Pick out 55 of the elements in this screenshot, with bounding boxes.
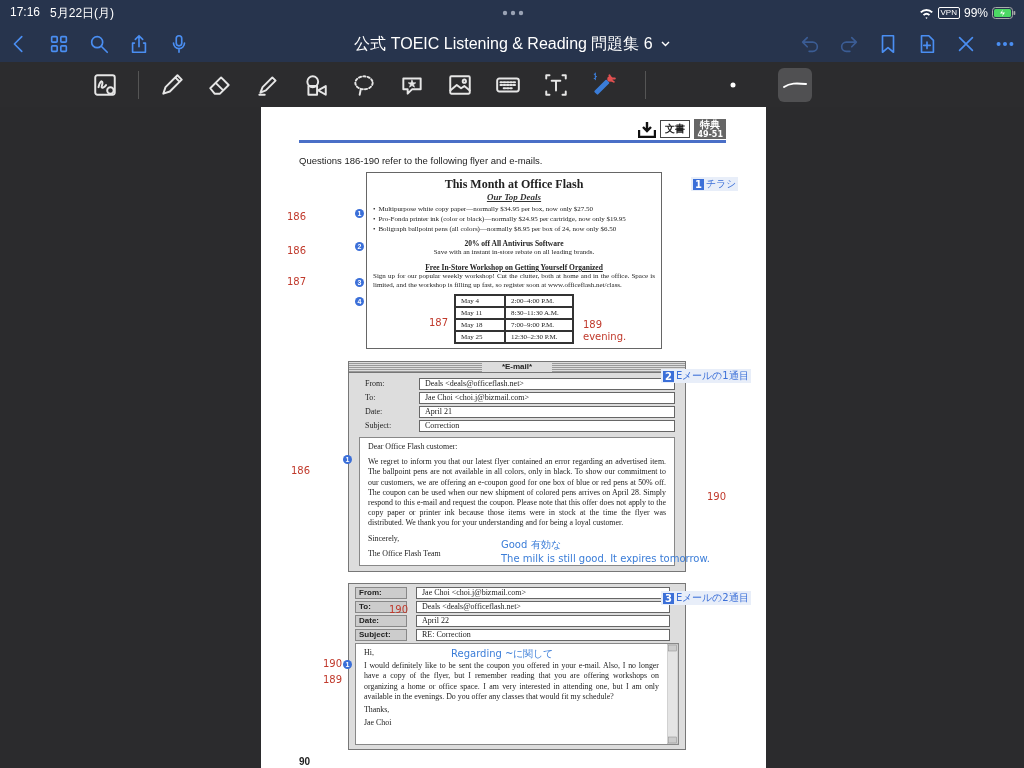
grid-icon[interactable] xyxy=(48,33,70,55)
section-tag: 1 チラシ xyxy=(691,177,738,191)
search-icon[interactable] xyxy=(88,33,110,55)
zoom-window-icon[interactable] xyxy=(92,71,118,98)
status-date: 5月22日(月) xyxy=(50,4,115,22)
field-value: Deals <deals@officeflash.net> xyxy=(416,601,670,614)
document-title-button[interactable]: 公式 TOEIC Listening & Reading 問題集 6 xyxy=(354,33,670,55)
chevron-down-icon xyxy=(660,41,670,47)
document-badge: 文書 xyxy=(660,120,691,138)
section-tag: 2 Eメールの1通目 xyxy=(661,369,751,383)
handwritten-note: 187 xyxy=(287,276,307,287)
scrollbar[interactable] xyxy=(667,644,678,745)
handwritten-note: 187 xyxy=(429,317,449,328)
handwritten-note: 190 xyxy=(707,491,727,502)
dot-icon xyxy=(729,80,737,89)
status-time: 17:16 xyxy=(10,4,41,21)
field-label: Subject: xyxy=(355,629,407,642)
page-number: 90 xyxy=(299,756,312,768)
laser-pointer-icon[interactable] xyxy=(591,71,617,98)
question-intro: Questions 186-190 refer to the following flyer and e-mails. xyxy=(299,155,544,166)
field-label: Date: xyxy=(355,615,407,628)
field-value: April 22 xyxy=(416,615,670,628)
field-label: From: xyxy=(355,587,407,600)
field-value: Correction xyxy=(419,420,675,432)
field-label: Date: xyxy=(365,406,384,418)
handwritten-note: 190 xyxy=(323,658,343,669)
field-label: From: xyxy=(365,378,386,390)
stroke-style-option[interactable] xyxy=(778,67,812,102)
section-tag: 3 Eメールの2通目 xyxy=(661,591,751,605)
download-icon xyxy=(638,120,657,138)
text-box-icon[interactable] xyxy=(543,71,569,98)
flyer-title: This Month at Office Flash xyxy=(444,177,584,192)
battery-percent: 99% xyxy=(963,6,988,20)
handwritten-note: evening. xyxy=(583,331,627,342)
vpn-badge: VPN xyxy=(937,7,960,19)
pen-icon[interactable] xyxy=(159,71,185,98)
battery-icon xyxy=(992,7,1016,19)
field-value: April 21 xyxy=(419,406,675,418)
wifi-icon xyxy=(918,7,934,19)
multitasking-dots-icon[interactable] xyxy=(502,10,524,16)
field-label: Subject: xyxy=(365,420,393,432)
field-value: RE: Correction xyxy=(416,629,670,642)
handwritten-note: 189 xyxy=(323,674,343,685)
flyer-subtitle: Our Top Deals xyxy=(486,192,542,202)
handwritten-note: 186 xyxy=(287,245,307,256)
handwritten-note: 186 xyxy=(291,465,311,476)
handwritten-note: 190 xyxy=(389,604,409,615)
window-title: *E-mail* xyxy=(481,362,553,372)
handwritten-note: 186 xyxy=(287,211,307,222)
handwritten-note: Good 有効な xyxy=(501,539,561,550)
field-label: To: xyxy=(365,392,377,404)
field-value: Jae Choi <choi.j@bizmail.com> xyxy=(419,392,675,404)
track-badge: 特典 49-51 xyxy=(694,119,726,139)
handwritten-note: Regarding ~に関して xyxy=(451,648,554,659)
handwritten-note: 189 xyxy=(583,319,603,330)
